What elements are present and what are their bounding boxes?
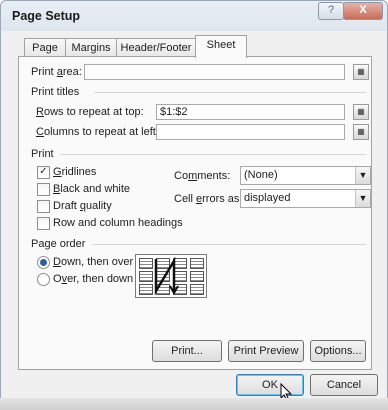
cell-errors-select[interactable]: displayed ▼ [240, 189, 371, 208]
page-order-heading: Page order [31, 238, 86, 250]
print-area-input[interactable] [84, 64, 345, 80]
tab-margins[interactable]: Margins [65, 38, 117, 57]
print-preview-button[interactable]: Print Preview [228, 340, 304, 362]
columns-repeat-label: Columns to repeat at left: [36, 126, 159, 138]
chevron-down-icon[interactable]: ▼ [355, 190, 370, 207]
columns-repeat-collapse-icon[interactable]: ▦ [353, 124, 369, 140]
cell-errors-value: displayed [244, 192, 291, 204]
background-strip [0, 398, 388, 410]
down-then-over-radio[interactable] [37, 256, 50, 269]
black-white-checkbox[interactable] [37, 183, 50, 196]
gridlines-label: Gridlines [53, 166, 97, 178]
comments-value: (None) [244, 169, 278, 181]
options-button[interactable]: Options... [310, 340, 366, 362]
page-order-preview-icon [135, 254, 207, 298]
rows-repeat-collapse-icon[interactable]: ▦ [353, 104, 369, 120]
tab-page[interactable]: Page [24, 38, 66, 57]
columns-repeat-input[interactable] [156, 124, 345, 140]
rows-repeat-input[interactable]: $1:$2 [156, 104, 345, 120]
print-heading: Print [31, 148, 54, 160]
cancel-button[interactable]: Cancel [310, 374, 378, 396]
row-col-headings-label: Row and column headings [53, 217, 183, 229]
row-col-headings-checkbox[interactable] [37, 217, 50, 230]
down-then-over-label: Down, then over [53, 256, 134, 268]
print-titles-heading: Print titles [31, 86, 80, 98]
print-area-label: Print area: [31, 66, 82, 78]
comments-select[interactable]: (None) ▼ [240, 166, 371, 185]
tab-sheet[interactable]: Sheet [195, 35, 247, 58]
page-order-divider [92, 244, 366, 245]
comments-label: Comments: [174, 170, 231, 182]
rows-repeat-label: Rows to repeat at top: [36, 106, 144, 118]
print-area-collapse-icon[interactable]: ▦ [353, 64, 369, 80]
draft-quality-label: Draft quality [53, 200, 112, 212]
print-button-rest: rint... [178, 345, 203, 357]
tab-header-footer[interactable]: Header/Footer [116, 38, 196, 57]
page-order-arrow-icon [154, 256, 179, 296]
cell-errors-label: Cell errors as: [174, 193, 243, 205]
tab-sheet-label: Sheet [206, 39, 236, 51]
dialog-title: Page Setup [12, 9, 81, 23]
over-then-down-label: Over, then down [53, 273, 134, 285]
help-button[interactable]: ? [318, 2, 344, 20]
print-titles-divider [94, 92, 366, 93]
draft-quality-checkbox[interactable] [37, 200, 50, 213]
close-button[interactable]: X [343, 2, 383, 20]
print-button[interactable]: Print... [152, 340, 222, 362]
chevron-down-icon[interactable]: ▼ [355, 167, 370, 184]
over-then-down-radio[interactable] [37, 273, 50, 286]
black-white-label: Black and white [53, 183, 131, 195]
gridlines-checkbox[interactable]: ✓ [37, 166, 50, 179]
print-divider [60, 154, 366, 155]
